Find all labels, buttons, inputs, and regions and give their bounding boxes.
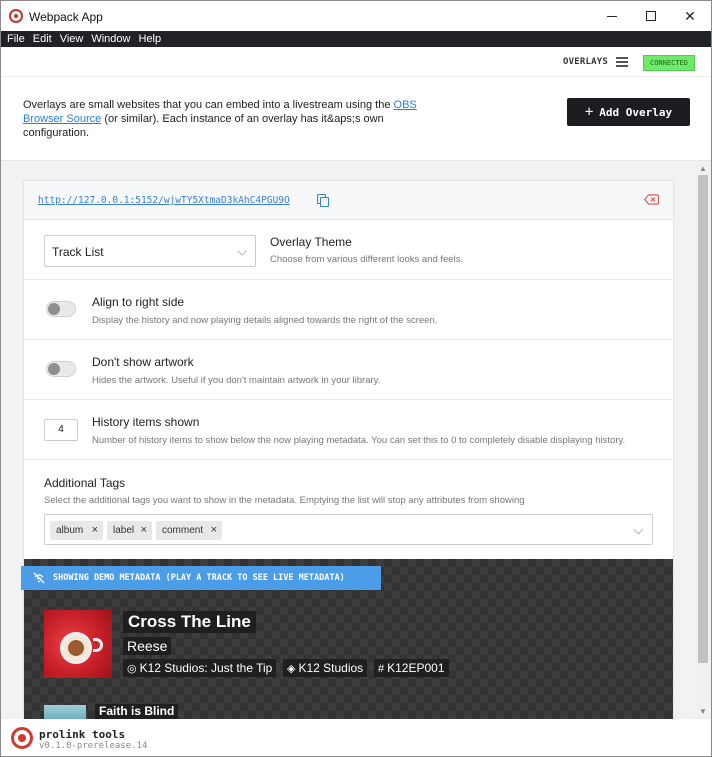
chevron-down-icon [237,246,247,256]
maximize-icon [646,11,656,21]
tags-desc: Select the additional tags you want to s… [44,495,525,506]
tag-label: label [113,525,135,536]
window-title: Webpack App [29,10,103,24]
hamburger-icon[interactable] [616,57,628,67]
remove-tag-icon[interactable]: × [211,521,217,540]
comment-text: K12EP001 [387,661,445,675]
overlay-url-row: http://127.0.0.1:5152/wjwTY5XtmaD3kAhC4P… [24,181,673,220]
title-bar: Webpack App ✕ [1,1,711,31]
app-footer: prolink tools v0.1.0-prerelease.14 [1,719,711,756]
theme-desc: Choose from various different looks and … [270,254,464,265]
tag-chip-album: album × [50,521,103,540]
artwork-desc: Hides the artwork. Useful if you don't m… [92,375,381,386]
menu-window[interactable]: Window [91,33,130,45]
tags-setting-row: Additional Tags Select the additional ta… [24,460,673,559]
track-label: ◈ K12 Studios [283,659,368,677]
tag-chip-label: label × [107,521,152,540]
menu-view[interactable]: View [60,33,84,45]
minimize-icon [607,15,617,17]
prolink-logo-icon [11,727,33,749]
artwork-setting-row: Don't show artwork Hides the artwork. Us… [24,340,673,400]
demo-metadata-banner: SHOWING DEMO METADATA (PLAY A TRACK TO S… [21,566,381,590]
track-album: ◎ K12 Studios: Just the Tip [123,659,277,677]
overlay-theme-select[interactable]: Track List [44,235,256,267]
toggle-knob [48,303,60,315]
tags-select[interactable]: album × label × comment × [44,514,653,545]
intro-text-before: Overlays are small websites that you can… [23,99,394,111]
tag-chip-comment: comment × [156,521,222,540]
app-window: Webpack App ✕ File Edit View Window Help… [0,0,712,757]
track-title: Cross The Line [123,611,256,633]
close-icon: ✕ [684,7,696,24]
coffee-cup-image [60,632,92,664]
scroll-up-icon[interactable]: ▲ [699,164,707,173]
history-title: History items shown [92,415,200,429]
add-overlay-button[interactable]: + Add Overlay [567,98,690,126]
track-artist: Reese [123,637,172,655]
copy-icon[interactable] [317,194,329,207]
hash-icon: # [378,663,385,675]
artwork-title: Don't show artwork [92,355,194,369]
status-badge: CONNECTED [643,55,695,71]
intro-section: Overlays are small websites that you can… [1,77,711,161]
toggle-knob [48,363,60,375]
delete-overlay-icon[interactable] [644,194,659,205]
history-count-input[interactable]: 4 [44,419,78,441]
disc-icon: ◎ [127,663,137,675]
add-overlay-label: Add Overlay [599,105,673,119]
scroll-thumb[interactable] [698,175,708,663]
overlay-url-link[interactable]: http://127.0.0.1:5152/wjwTY5XtmaD3kAhC4P… [38,195,290,206]
tag-label: comment [162,525,204,536]
app-logo-icon [9,9,23,23]
align-setting-row: Align to right side Display the history … [24,280,673,340]
align-desc: Display the history and now playing deta… [92,315,438,326]
overlay-card: http://127.0.0.1:5152/wjwTY5XtmaD3kAhC4P… [23,180,674,719]
no-signal-icon [33,572,45,584]
track-artwork [44,610,112,678]
app-header: OVERLAYS CONNECTED [1,47,711,77]
track-comment: # K12EP001 [374,659,449,677]
history-setting-row: 4 History items shown Number of history … [24,400,673,460]
remove-tag-icon[interactable]: × [92,521,98,540]
cup-handle [93,638,103,652]
demo-banner-text: SHOWING DEMO METADATA (PLAY A TRACK TO S… [53,573,345,583]
layers-icon: ◈ [287,663,296,675]
remove-tag-icon[interactable]: × [141,521,147,540]
theme-select-value: Track List [52,245,104,259]
album-text: K12 Studios: Just the Tip [139,661,273,675]
history-desc: Number of history items to show below th… [92,435,626,446]
menu-help[interactable]: Help [138,33,161,45]
chevron-down-icon[interactable] [633,524,644,535]
scrollbar[interactable]: ▲ ▼ [695,161,711,719]
plus-icon: + [584,104,594,120]
menu-file[interactable]: File [7,33,25,45]
close-button[interactable]: ✕ [667,1,711,31]
align-right-toggle[interactable] [46,301,76,317]
tag-label: album [56,525,84,536]
tags-title: Additional Tags [44,476,126,490]
history-artwork [44,705,86,719]
app-version: v0.1.0-prerelease.14 [39,741,148,751]
menu-edit[interactable]: Edit [33,33,52,45]
history-track-title: Faith is Blind [95,704,179,719]
theme-setting-row: Track List Overlay Theme Choose from var… [24,220,673,280]
theme-title: Overlay Theme [270,235,352,249]
intro-text: Overlays are small websites that you can… [23,98,423,140]
label-text: K12 Studios [298,661,364,675]
hide-artwork-toggle[interactable] [46,361,76,377]
app-name: prolink tools [39,728,126,741]
scroll-down-icon[interactable]: ▼ [699,707,707,716]
overlays-nav-label[interactable]: OVERLAYS [563,57,608,67]
align-title: Align to right side [92,295,185,309]
menu-bar: File Edit View Window Help [1,31,711,47]
